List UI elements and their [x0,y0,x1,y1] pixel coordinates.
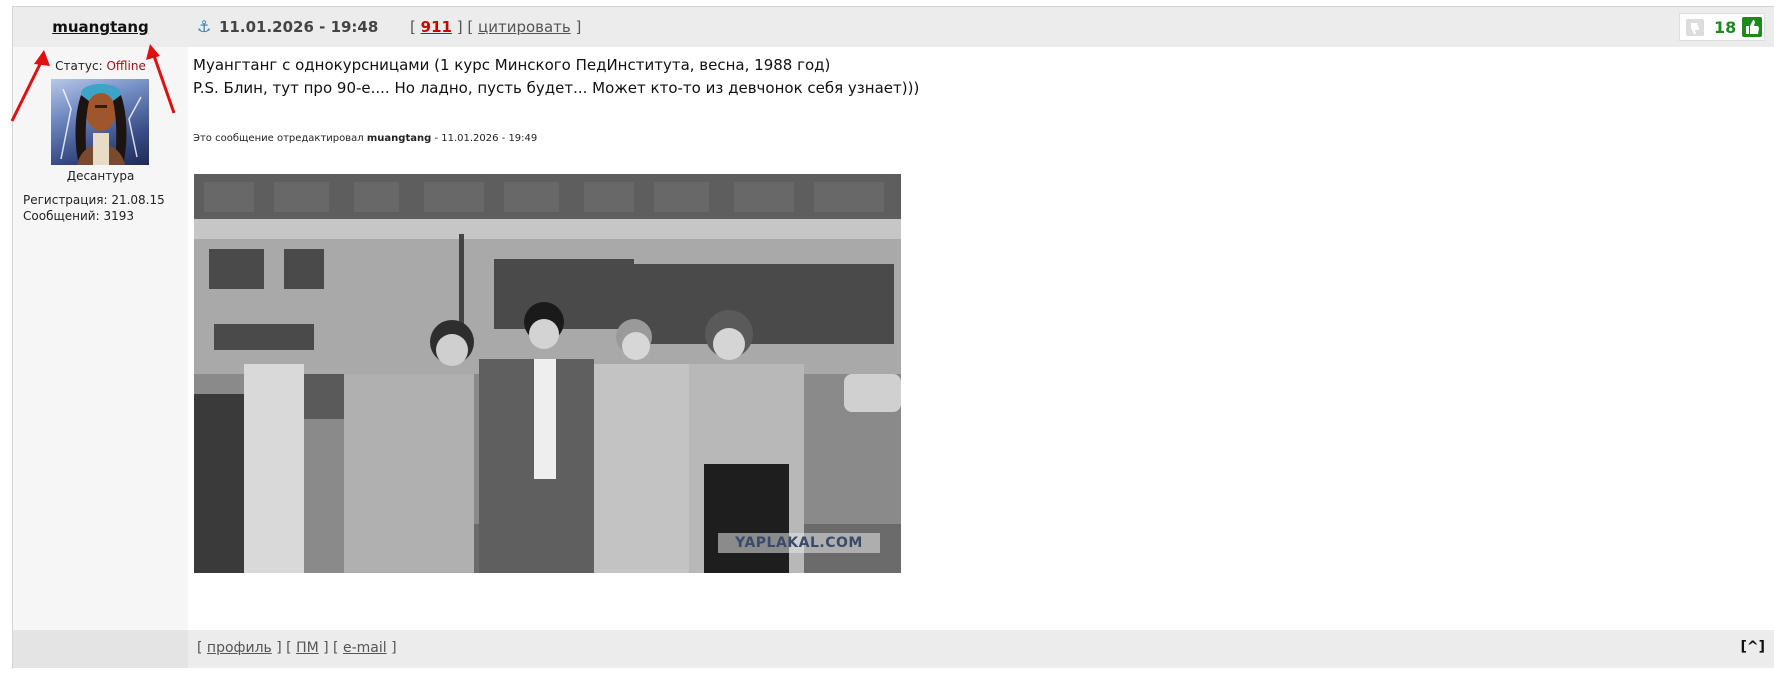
pm-link[interactable]: ПМ [296,640,319,656]
post-text-line: Муангтанг с однокурсницами (1 курс Минск… [193,56,831,74]
edit-prefix: Это сообщение отредактировал [193,133,364,144]
footer-links: [ профиль ] [ ПМ ] [ e-mail ] [197,640,397,656]
bracket: ] [ [323,640,339,656]
bracket: ] [575,18,582,36]
thumbs-up-icon[interactable] [1742,17,1762,37]
author-name-link[interactable]: muangtang [13,18,188,36]
rating-value: 18 [1714,18,1737,37]
user-status: Статус: Offline [13,59,188,73]
profile-link[interactable]: профиль [207,640,272,656]
bracket: [ [410,18,416,36]
status-label: Статус: [55,59,103,73]
anchor-icon[interactable]: ⚓ [197,17,213,37]
post-footer: [ профиль ] [ ПМ ] [ e-mail ] [^] [13,630,1774,668]
post-links: [ 911 ] [ цитировать ] [410,18,581,36]
rating-box: 18 [1679,13,1765,41]
bracket: ] [ [456,18,474,36]
status-value: Offline [106,59,146,73]
email-link[interactable]: e-mail [343,640,387,656]
thumbs-down-icon[interactable] [1686,19,1704,36]
author-info-panel: Статус: Offline Десантура Регистрация: 2… [13,47,188,630]
edit-user: muangtang [366,133,432,144]
message-count: Сообщений: 3193 [23,209,134,223]
photo-watermark: YAPLAKAL.COM [718,533,880,553]
post-number-link[interactable]: 911 [421,18,452,36]
edit-time: - 11.01.2026 - 19:49 [434,133,538,144]
bracket: [ [197,640,203,656]
author-cell: muangtang [13,7,188,47]
post-photo[interactable]: YAPLAKAL.COM [194,174,901,573]
quote-link[interactable]: цитировать [478,18,571,36]
user-title: Десантура [66,169,135,183]
post-header: muangtang ⚓ 11.01.2026 - 19:48 [ 911 ] [… [13,7,1774,47]
post-text-line: P.S. Блин, тут про 90-е.... Но ладно, пу… [193,79,920,97]
registration-info: Регистрация: 21.08.15 Сообщений: 3193 [23,192,165,224]
edit-note: Это сообщение отредактировал muangtang -… [193,133,537,144]
bracket: ] [ [276,640,292,656]
bracket: ] [391,640,397,656]
forum-post: muangtang ⚓ 11.01.2026 - 19:48 [ 911 ] [… [12,6,1774,669]
registration-date: Регистрация: 21.08.15 [23,193,165,207]
avatar[interactable] [51,79,149,165]
post-date: 11.01.2026 - 19:48 [219,18,379,36]
footer-spacer [13,630,188,668]
post-content: Муангтанг с однокурсницами (1 курс Минск… [188,47,1774,630]
scroll-top-link[interactable]: [^] [1740,639,1765,655]
